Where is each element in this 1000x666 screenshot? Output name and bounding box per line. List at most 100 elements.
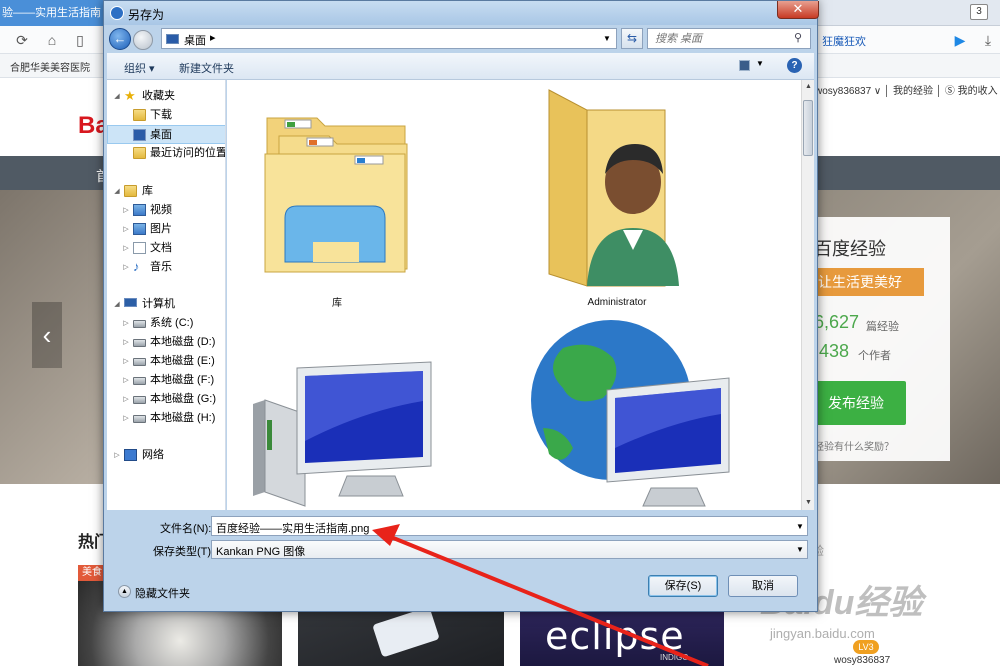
desktop-icon xyxy=(133,129,146,141)
help-icon[interactable]: ? xyxy=(787,58,802,73)
new-folder-button[interactable]: 新建文件夹 xyxy=(179,60,234,76)
category-badge: 美食 xyxy=(78,565,106,581)
expand-icon[interactable]: ▷ xyxy=(121,371,131,390)
organize-button[interactable]: 组织 ▾ xyxy=(124,60,155,76)
scroll-up-icon[interactable]: ▲ xyxy=(802,80,815,93)
vertical-scrollbar[interactable]: ▲ ▼ xyxy=(801,80,814,510)
hot-search-link[interactable]: 狂魔狂欢 xyxy=(822,33,866,49)
file-item-libraries[interactable]: 库 xyxy=(257,98,417,310)
play-icon[interactable]: ▶ xyxy=(952,32,968,48)
eclipse-subtitle: INDIGO xyxy=(660,653,689,662)
refresh-button[interactable]: ⇆ xyxy=(621,28,643,49)
expand-icon[interactable]: ▷ xyxy=(112,446,122,465)
expand-icon[interactable]: ▷ xyxy=(121,390,131,409)
download-folder-icon xyxy=(133,109,146,121)
nav-favorites[interactable]: ◢ ★ 收藏夹 xyxy=(107,87,225,106)
drive-icon xyxy=(133,415,146,423)
nav-desktop[interactable]: 桌面 xyxy=(107,125,225,144)
view-icon xyxy=(739,60,750,71)
collapse-icon[interactable]: ◢ xyxy=(112,182,122,201)
nav-documents[interactable]: ▷ 文档 xyxy=(107,239,225,258)
nav-drive-g[interactable]: ▷ 本地磁盘 (G:) xyxy=(107,390,225,409)
system-drive-icon xyxy=(133,320,146,328)
view-dropdown-icon[interactable]: ▼ xyxy=(756,59,764,68)
author-name[interactable]: wosy836837 xyxy=(834,655,890,666)
author-count: ,438 xyxy=(814,341,850,361)
breadcrumb-desktop[interactable]: 桌面 xyxy=(184,32,206,48)
save-button[interactable]: 保存(S) xyxy=(648,575,718,597)
nav-label: 本地磁盘 (F:) xyxy=(150,374,215,386)
user-folder-icon xyxy=(548,89,679,287)
file-item-network[interactable] xyxy=(523,318,743,510)
download-icon[interactable]: ⤓ xyxy=(980,32,996,48)
collapse-icon[interactable]: ◢ xyxy=(112,87,122,106)
path-dropdown-icon[interactable]: ▼ xyxy=(603,34,611,43)
bookmark-book-icon[interactable]: ▯ xyxy=(72,32,88,48)
reload-icon[interactable]: ⟳ xyxy=(14,32,30,48)
cancel-button[interactable]: 取消 xyxy=(728,575,798,597)
expand-icon[interactable]: ▷ xyxy=(121,333,131,352)
author-count-unit: 个作者 xyxy=(858,350,891,362)
nav-videos[interactable]: ▷ 视频 xyxy=(107,201,225,220)
file-item-administrator[interactable]: Administrator xyxy=(537,86,697,310)
publish-experience-button[interactable]: 发布经验 xyxy=(806,381,906,425)
nav-label: 音乐 xyxy=(150,261,172,273)
search-box: ⚲ xyxy=(647,28,811,49)
nav-drive-h[interactable]: ▷ 本地磁盘 (H:) xyxy=(107,409,225,428)
change-view-button[interactable]: ▼ xyxy=(739,59,764,73)
search-icon[interactable]: ⚲ xyxy=(794,31,802,44)
nav-label: 本地磁盘 (G:) xyxy=(150,393,216,405)
filetype-select[interactable]: Kankan PNG 图像 xyxy=(211,540,808,559)
reward-link[interactable]: 经验有什么奖励？ xyxy=(814,438,894,453)
home-icon[interactable]: ⌂ xyxy=(44,32,60,48)
desktop-icon xyxy=(166,34,179,44)
forward-button[interactable] xyxy=(133,30,153,50)
bookmark-link[interactable]: 合肥华美美容医院 xyxy=(10,59,90,74)
breadcrumb[interactable]: 桌面 ▸ ▼ xyxy=(161,28,617,49)
collapse-icon[interactable]: ◢ xyxy=(112,295,122,314)
dialog-title-bar[interactable]: 另存为 ✕ xyxy=(104,1,819,25)
nav-label: 本地磁盘 (H:) xyxy=(150,412,216,424)
expand-icon[interactable]: ▷ xyxy=(121,314,131,333)
close-button[interactable]: ✕ xyxy=(777,1,819,19)
back-button[interactable]: ← xyxy=(109,28,131,50)
nav-drive-e[interactable]: ▷ 本地磁盘 (E:) xyxy=(107,352,225,371)
tab-count-badge[interactable]: 3 xyxy=(970,4,988,20)
chevron-up-icon[interactable]: ▲ xyxy=(118,585,131,598)
nav-drive-d[interactable]: ▷ 本地磁盘 (D:) xyxy=(107,333,225,352)
filetype-dropdown-icon[interactable]: ▼ xyxy=(796,545,804,554)
expand-icon[interactable]: ▷ xyxy=(121,239,131,258)
expand-icon[interactable]: ▷ xyxy=(121,220,131,239)
carousel-prev-icon[interactable]: ‹ xyxy=(32,302,62,368)
scroll-down-icon[interactable]: ▼ xyxy=(802,496,815,509)
expand-icon[interactable]: ▷ xyxy=(121,201,131,220)
nav-label: 收藏夹 xyxy=(142,90,175,102)
filename-input[interactable]: 百度经验——实用生活指南.png xyxy=(211,516,808,536)
drive-icon xyxy=(133,377,146,385)
nav-label: 系统 (C:) xyxy=(150,317,194,329)
document-icon xyxy=(133,242,146,254)
expand-icon[interactable]: ▷ xyxy=(121,409,131,428)
navigation-pane: ◢ ★ 收藏夹 下载 桌面 最近访问的位置 ◢ 库 ▷ 视频 ▷ 图片 ▷ 文档… xyxy=(107,80,226,510)
nav-recent[interactable]: 最近访问的位置 xyxy=(107,144,225,163)
nav-network[interactable]: ▷ 网络 xyxy=(107,446,225,465)
file-item-computer[interactable] xyxy=(247,348,447,508)
nav-drive-c[interactable]: ▷ 系统 (C:) xyxy=(107,314,225,333)
browser-tab[interactable]: 验——实用生活指南 xyxy=(0,0,104,26)
expand-icon[interactable]: ▷ xyxy=(121,258,131,277)
filename-dropdown-icon[interactable]: ▼ xyxy=(796,522,804,531)
breadcrumb-chevron-icon[interactable]: ▸ xyxy=(210,31,216,44)
music-icon: ♪ xyxy=(133,259,140,274)
nav-downloads[interactable]: 下载 xyxy=(107,106,225,125)
nav-music[interactable]: ▷ ♪ 音乐 xyxy=(107,258,225,277)
nav-libraries[interactable]: ◢ 库 xyxy=(107,182,225,201)
nav-pictures[interactable]: ▷ 图片 xyxy=(107,220,225,239)
search-input[interactable] xyxy=(649,30,789,47)
expand-icon[interactable]: ▷ xyxy=(121,352,131,371)
nav-label: 文档 xyxy=(150,242,172,254)
ie-icon xyxy=(110,6,124,20)
nav-drive-f[interactable]: ▷ 本地磁盘 (F:) xyxy=(107,371,225,390)
nav-computer[interactable]: ◢ 计算机 xyxy=(107,295,225,314)
user-bar[interactable]: wosy836837 ∨ │ 我的经验 │ Ⓢ 我的收入 xyxy=(815,82,998,97)
scroll-thumb[interactable] xyxy=(803,100,813,156)
